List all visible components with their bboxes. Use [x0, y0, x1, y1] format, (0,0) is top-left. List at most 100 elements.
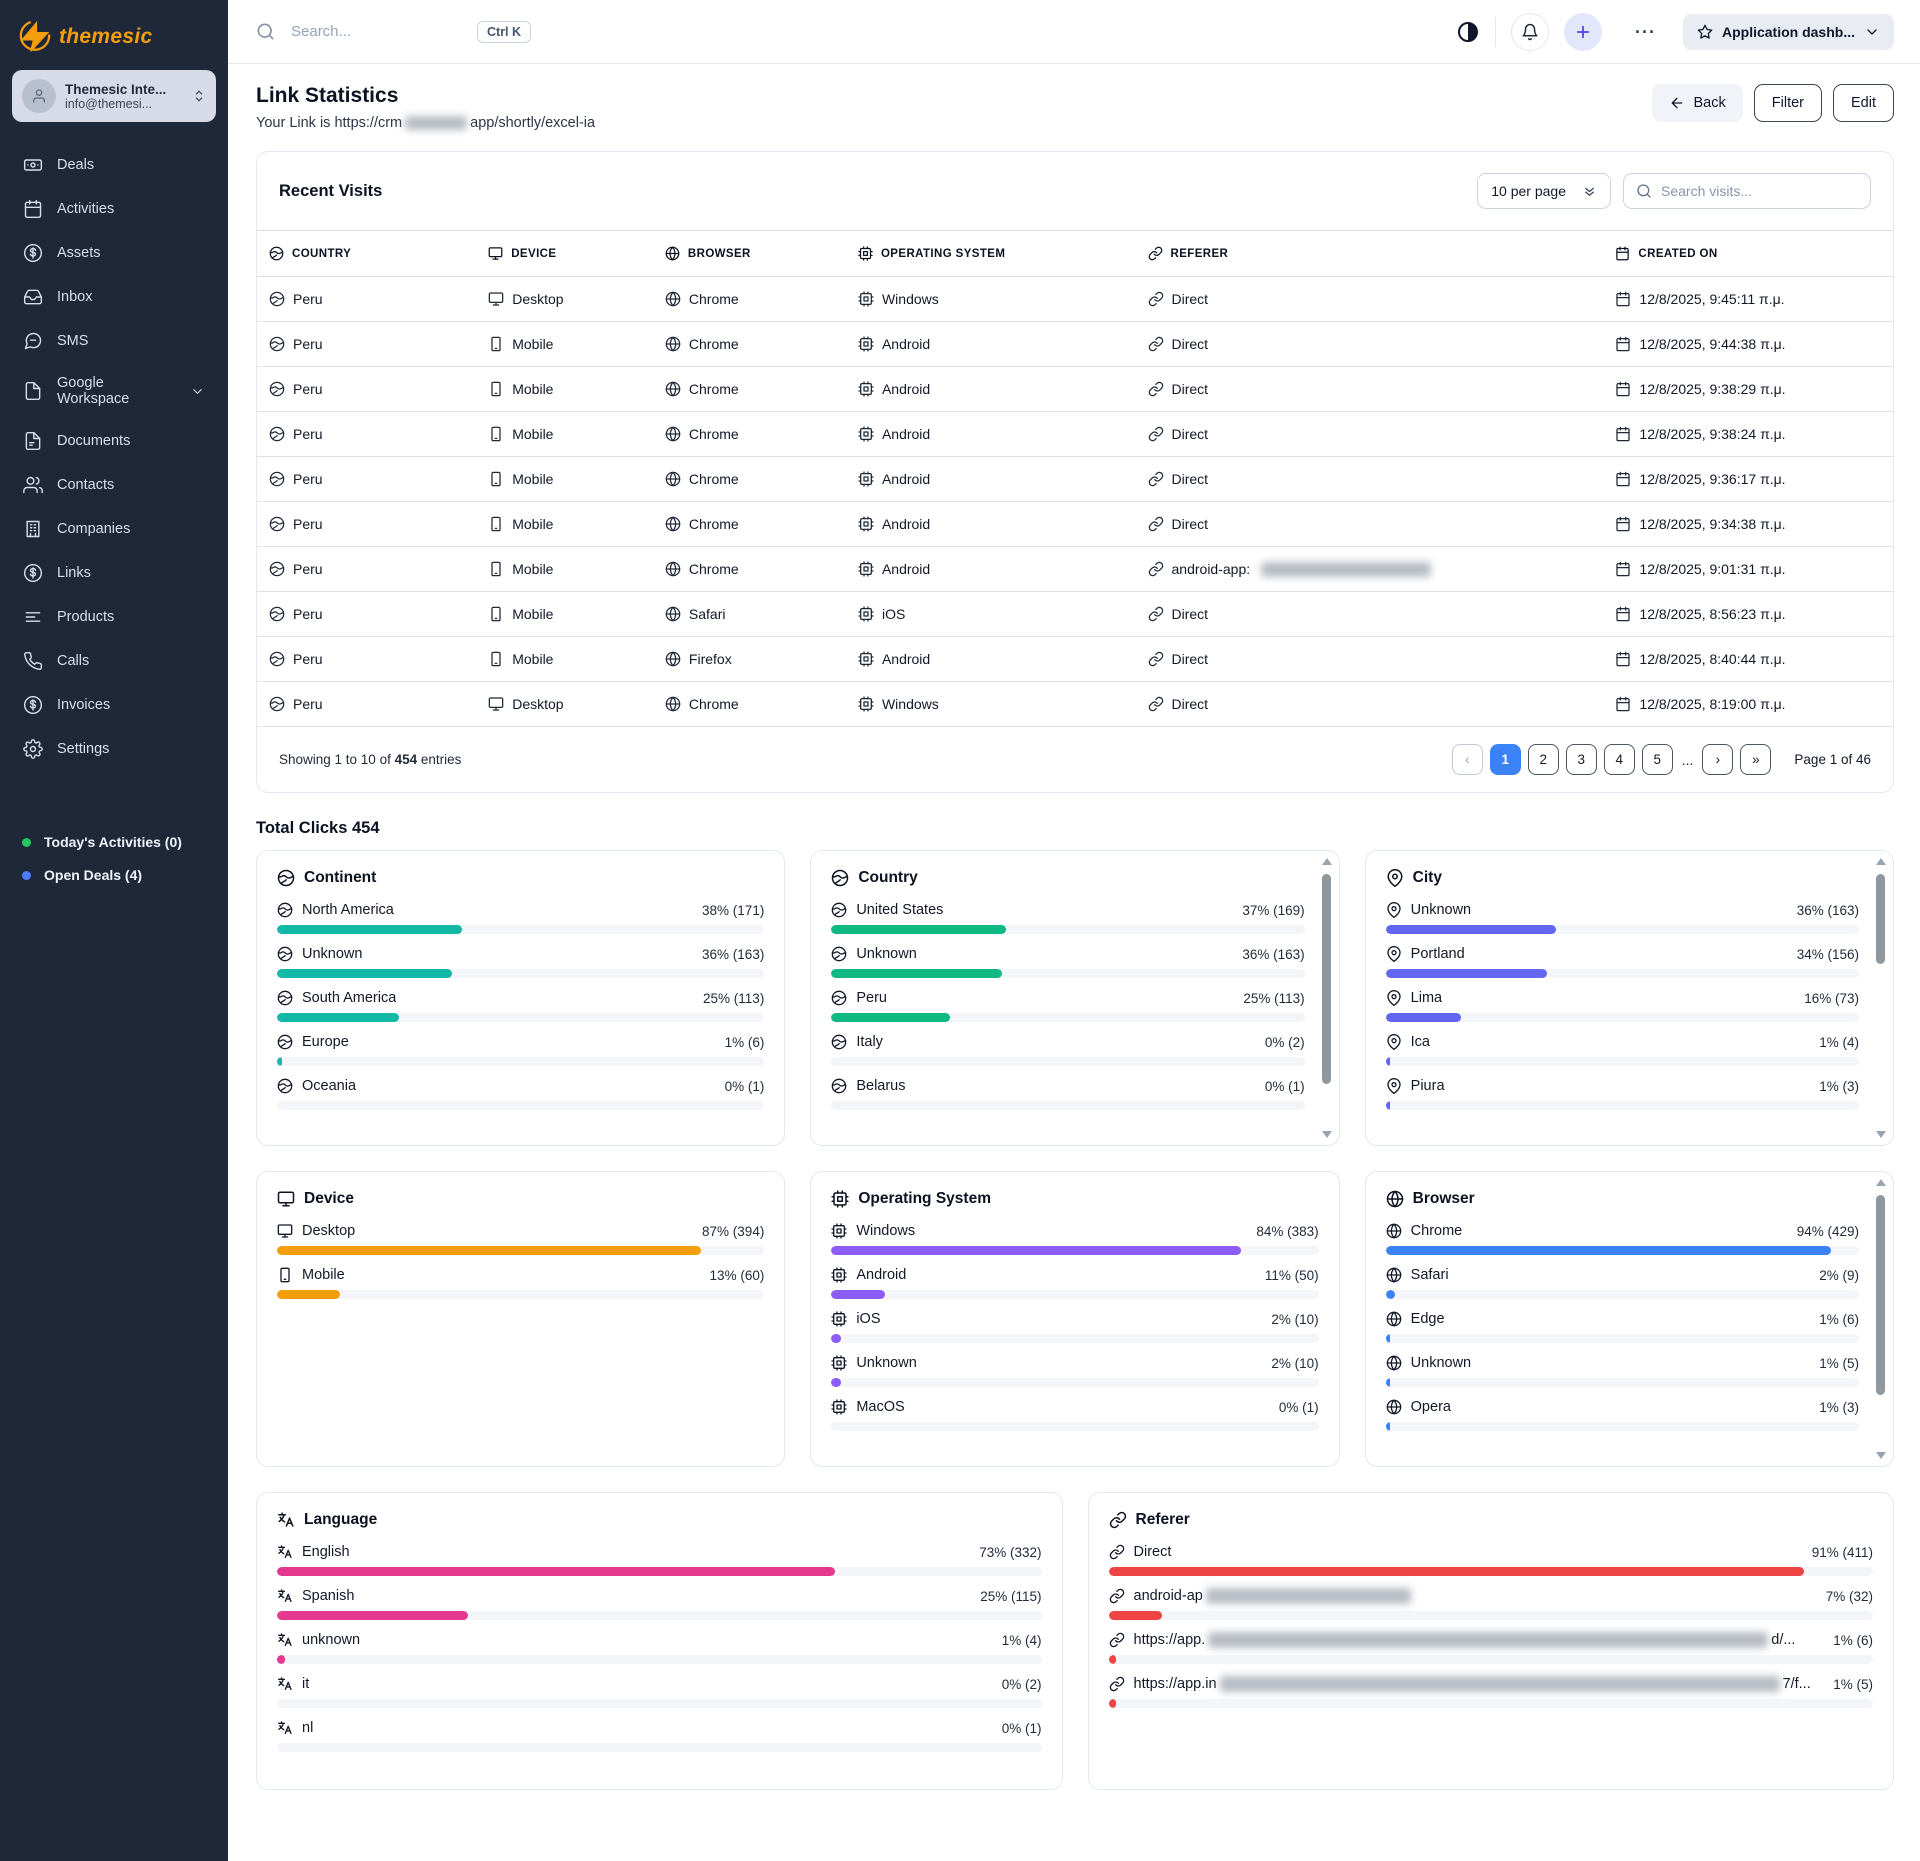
cpu-icon: [858, 336, 874, 352]
sidebar-item-label: Deals: [57, 157, 94, 173]
city-card: City Unknown 36% (163) Portland: [1365, 850, 1894, 1146]
monitor-icon: [277, 1190, 295, 1208]
table-row[interactable]: Peru Mobile Chrome Android Direct 12/8/2…: [257, 322, 1893, 367]
edit-button[interactable]: Edit: [1833, 84, 1894, 122]
sidebar-item[interactable]: Activities: [12, 188, 216, 230]
sidebar-item[interactable]: Calls: [12, 640, 216, 682]
globe-icon: [269, 381, 285, 397]
sidebar-item[interactable]: Assets: [12, 232, 216, 274]
sidebar-item[interactable]: Products: [12, 596, 216, 638]
next-page-button[interactable]: ›: [1702, 744, 1733, 775]
cell-os: Android: [882, 561, 930, 577]
notifications-button[interactable]: [1511, 13, 1549, 51]
sidebar-item[interactable]: Settings: [12, 728, 216, 770]
card-scrollbar[interactable]: [1320, 855, 1334, 1141]
stat-item-icon: [1386, 1267, 1402, 1283]
chevrons-up-down-icon: [192, 87, 206, 105]
card-scrollbar[interactable]: [1874, 855, 1888, 1141]
sidebar-item[interactable]: Google Workspace: [12, 364, 216, 418]
page-subtitle: Your Link is https://crmapp/shortly/exce…: [256, 115, 595, 131]
cpu-icon: [858, 516, 874, 532]
calendar-icon: [1615, 651, 1631, 667]
sidebar-item[interactable]: Links: [12, 552, 216, 594]
back-button[interactable]: Back: [1652, 84, 1743, 122]
cell-referer: Direct: [1172, 651, 1209, 667]
column-browser[interactable]: BROWSER: [653, 231, 846, 277]
workspace-selector[interactable]: Application dashb...: [1683, 14, 1894, 50]
table-row[interactable]: Peru Desktop Chrome Windows Direct 12/8/…: [257, 682, 1893, 727]
column-referer[interactable]: REFERER: [1136, 231, 1604, 277]
stat-label: Portland: [1411, 946, 1465, 962]
progress-track: [277, 1057, 764, 1066]
page-button-4[interactable]: 4: [1604, 744, 1635, 775]
sidebar-item[interactable]: Companies: [12, 508, 216, 550]
stat-item: it 0% (2): [277, 1676, 1042, 1708]
stat-item-icon: [1386, 990, 1402, 1006]
column-country[interactable]: COUNTRY: [257, 231, 476, 277]
cpu-icon: [858, 381, 874, 397]
link-icon: [1148, 561, 1164, 577]
cell-country: Peru: [293, 291, 323, 307]
stat-label: Mobile: [302, 1267, 345, 1283]
progress-bar: [831, 1334, 841, 1343]
table-row[interactable]: Peru Mobile Chrome Android Direct 12/8/2…: [257, 412, 1893, 457]
column-device[interactable]: DEVICE: [476, 231, 653, 277]
visits-search-box: [1623, 173, 1871, 209]
more-menu-button[interactable]: ...: [1635, 17, 1656, 38]
account-switcher[interactable]: Themesic Inte... info@themesi...: [12, 70, 216, 122]
visits-search-input[interactable]: [1661, 183, 1858, 199]
global-search-input[interactable]: [291, 23, 461, 40]
column-created-on[interactable]: CREATED ON: [1603, 231, 1893, 277]
table-row[interactable]: Peru Mobile Chrome Android android-app: …: [257, 547, 1893, 592]
page-button-1[interactable]: 1: [1490, 744, 1521, 775]
sidebar-item-label: Activities: [57, 201, 114, 217]
cell-device: Mobile: [512, 381, 553, 397]
table-row[interactable]: Peru Mobile Firefox Android Direct 12/8/…: [257, 637, 1893, 682]
stat-item-icon: [1386, 1078, 1402, 1094]
stat-label: Lima: [1411, 990, 1442, 1006]
chevron-down-icon: [1864, 24, 1880, 40]
page-button-2[interactable]: 2: [1528, 744, 1559, 775]
cell-browser: Chrome: [689, 291, 739, 307]
table-row[interactable]: Peru Desktop Chrome Windows Direct 12/8/…: [257, 277, 1893, 322]
stat-item: Safari 2% (9): [1386, 1267, 1859, 1299]
stat-item-icon: [1386, 902, 1402, 918]
stat-value: 7% (32): [1816, 1589, 1873, 1604]
column-os[interactable]: OPERATING SYSTEM: [846, 231, 1136, 277]
theme-toggle-icon[interactable]: [1456, 20, 1480, 44]
green-dot-icon: [22, 838, 31, 847]
stat-value: 0% (1): [1269, 1400, 1319, 1415]
table-row[interactable]: Peru Mobile Chrome Android Direct 12/8/2…: [257, 502, 1893, 547]
progress-track: [1109, 1567, 1874, 1576]
cell-referer: android-app:: [1172, 561, 1251, 577]
sidebar-item[interactable]: Contacts: [12, 464, 216, 506]
open-deals-link[interactable]: Open Deals (4): [22, 867, 216, 883]
stat-label: Opera: [1411, 1399, 1451, 1415]
page-button-3[interactable]: 3: [1566, 744, 1597, 775]
cell-os: Windows: [882, 291, 939, 307]
sidebar-item[interactable]: Invoices: [12, 684, 216, 726]
cell-os: Android: [882, 336, 930, 352]
page-info: Page 1 of 46: [1794, 752, 1871, 767]
add-button[interactable]: [1564, 13, 1602, 51]
todays-activities-link[interactable]: Today's Activities (0): [22, 834, 216, 850]
filter-button[interactable]: Filter: [1754, 84, 1822, 122]
sidebar-item[interactable]: Deals: [12, 144, 216, 186]
card-scrollbar[interactable]: [1874, 1176, 1888, 1462]
table-row[interactable]: Peru Mobile Safari iOS Direct 12/8/2025,…: [257, 592, 1893, 637]
avatar: [22, 79, 56, 113]
per-page-select[interactable]: 10 per page: [1477, 173, 1611, 209]
sidebar-item[interactable]: Inbox: [12, 276, 216, 318]
operating-system-card: Operating System Windows 84% (383) Andro…: [810, 1171, 1339, 1467]
table-row[interactable]: Peru Mobile Chrome Android Direct 12/8/2…: [257, 367, 1893, 412]
prev-page-button[interactable]: ‹: [1452, 744, 1483, 775]
page-button-5[interactable]: 5: [1642, 744, 1673, 775]
sidebar-item[interactable]: Documents: [12, 420, 216, 462]
table-row[interactable]: Peru Mobile Chrome Android Direct 12/8/2…: [257, 457, 1893, 502]
stat-label: Unknown: [856, 946, 916, 962]
stat-label: Desktop: [302, 1223, 355, 1239]
stat-label: Piura: [1411, 1078, 1445, 1094]
last-page-button[interactable]: »: [1740, 744, 1771, 775]
progress-track: [1386, 1422, 1859, 1431]
sidebar-item[interactable]: SMS: [12, 320, 216, 362]
